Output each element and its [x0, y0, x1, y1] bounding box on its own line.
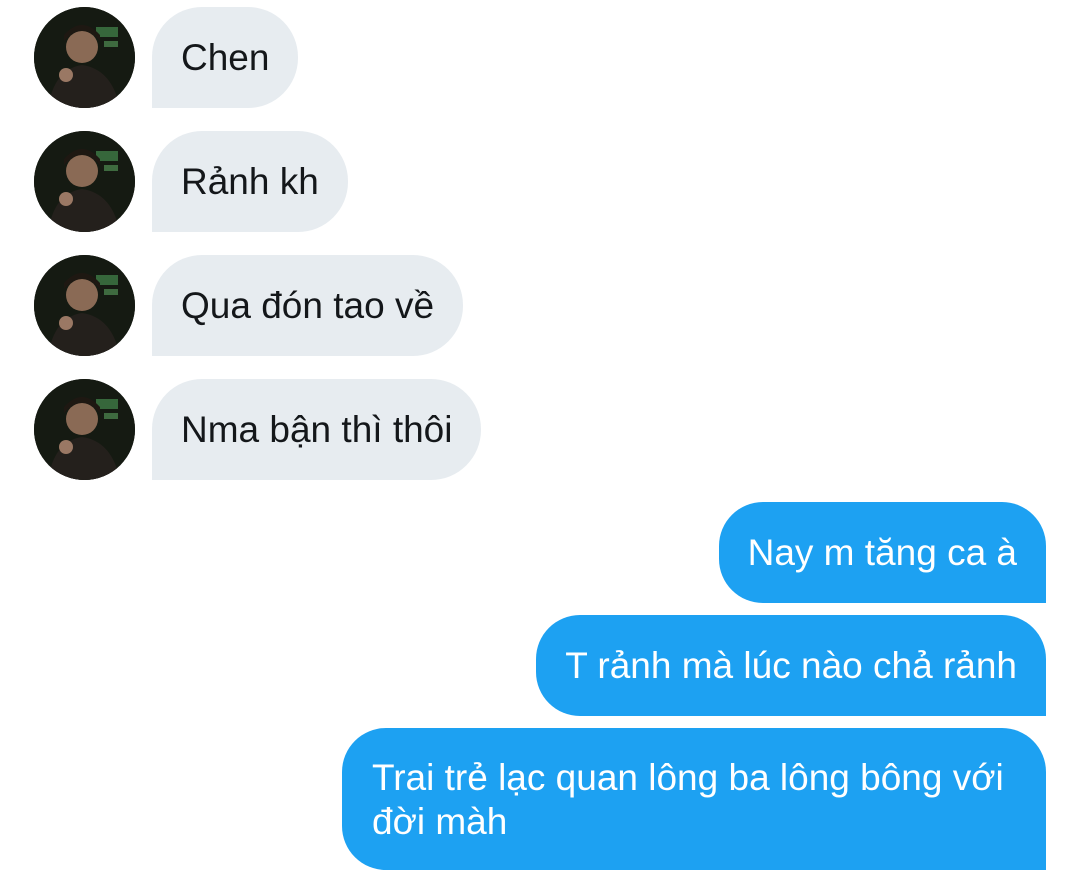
incoming-message-bubble[interactable]: Rảnh kh: [152, 131, 348, 232]
message-text: Chen: [181, 36, 270, 78]
incoming-message-bubble[interactable]: Qua đón tao về: [152, 255, 464, 356]
outgoing-message-bubble[interactable]: T rảnh mà lúc nào chả rảnh: [536, 615, 1046, 716]
contact-avatar-icon[interactable]: [34, 7, 135, 108]
message-text: Trai trẻ lạc quan lông ba lông bông với …: [372, 757, 1004, 842]
message-text: T rảnh mà lúc nào chả rảnh: [565, 644, 1017, 686]
message-text: Nma bận thì thôi: [181, 408, 453, 450]
conversation-screen: Chen Rảnh kh Qua đón tao về Nma bận thì …: [0, 0, 1080, 894]
message-text: Rảnh kh: [181, 160, 319, 202]
message-text: Qua đón tao về: [181, 284, 435, 326]
message-text: Nay m tăng ca à: [747, 531, 1017, 573]
outgoing-message-bubble[interactable]: Nay m tăng ca à: [718, 502, 1046, 603]
contact-avatar-icon[interactable]: [34, 255, 135, 356]
contact-avatar-icon[interactable]: [34, 379, 135, 480]
contact-avatar-icon[interactable]: [34, 131, 135, 232]
outgoing-message-bubble[interactable]: Trai trẻ lạc quan lông ba lông bông với …: [342, 728, 1046, 870]
incoming-message-bubble[interactable]: Nma bận thì thôi: [152, 379, 482, 480]
incoming-message-bubble[interactable]: Chen: [152, 7, 299, 108]
